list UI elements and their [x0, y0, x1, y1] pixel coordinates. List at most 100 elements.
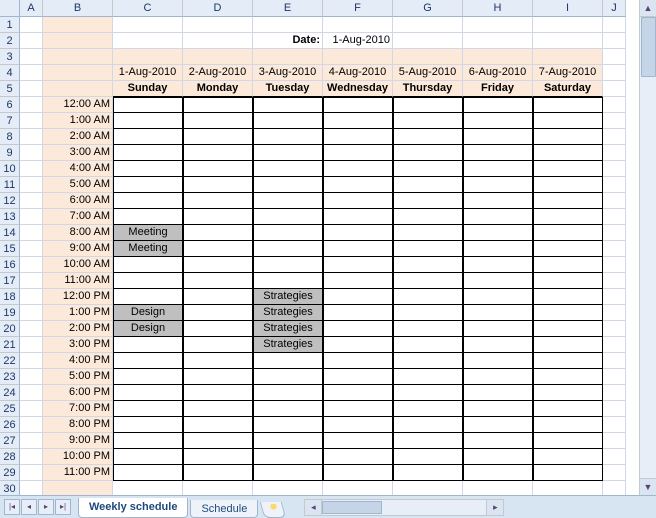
- row-header-2[interactable]: 2: [0, 33, 20, 49]
- cell[interactable]: [323, 289, 393, 305]
- cell[interactable]: [533, 257, 603, 273]
- cell[interactable]: [533, 113, 603, 129]
- cell[interactable]: [533, 129, 603, 145]
- cell[interactable]: [183, 33, 253, 49]
- cell[interactable]: [323, 305, 393, 321]
- cell[interactable]: [603, 33, 626, 49]
- row-header-12[interactable]: 12: [0, 193, 20, 209]
- cell[interactable]: 1:00 PM: [43, 305, 113, 321]
- cell[interactable]: [463, 273, 533, 289]
- cell[interactable]: [323, 385, 393, 401]
- cell[interactable]: [603, 465, 626, 481]
- cell[interactable]: [253, 401, 323, 417]
- cell[interactable]: [183, 321, 253, 337]
- row-header-9[interactable]: 9: [0, 145, 20, 161]
- cell[interactable]: [463, 465, 533, 481]
- cell[interactable]: [463, 401, 533, 417]
- col-header-E[interactable]: E: [253, 0, 323, 17]
- cell[interactable]: 11:00 PM: [43, 465, 113, 481]
- cell[interactable]: [393, 225, 463, 241]
- select-all-corner[interactable]: [0, 0, 20, 17]
- cell[interactable]: [183, 129, 253, 145]
- tab-nav-next[interactable]: ▸: [38, 499, 54, 515]
- cell[interactable]: [533, 241, 603, 257]
- cell[interactable]: 7:00 PM: [43, 401, 113, 417]
- cell[interactable]: [20, 257, 43, 273]
- cell[interactable]: 9:00 PM: [43, 433, 113, 449]
- cell[interactable]: [113, 129, 183, 145]
- cell[interactable]: [20, 369, 43, 385]
- cell[interactable]: [463, 113, 533, 129]
- cell[interactable]: [603, 353, 626, 369]
- cell[interactable]: [603, 225, 626, 241]
- cell[interactable]: [20, 433, 43, 449]
- cell[interactable]: Tuesday: [253, 81, 323, 97]
- cell[interactable]: [113, 273, 183, 289]
- cell[interactable]: [463, 129, 533, 145]
- cell[interactable]: [183, 417, 253, 433]
- cell[interactable]: [323, 193, 393, 209]
- cell[interactable]: [393, 305, 463, 321]
- cell[interactable]: [323, 321, 393, 337]
- cell[interactable]: [323, 401, 393, 417]
- cell[interactable]: [463, 241, 533, 257]
- cell[interactable]: [253, 145, 323, 161]
- col-header-D[interactable]: D: [183, 0, 253, 17]
- cell[interactable]: [183, 97, 253, 113]
- cell[interactable]: [393, 273, 463, 289]
- cell[interactable]: [603, 97, 626, 113]
- cell[interactable]: [183, 353, 253, 369]
- cell[interactable]: [463, 417, 533, 433]
- cell[interactable]: [20, 129, 43, 145]
- cell[interactable]: [463, 449, 533, 465]
- row-header-15[interactable]: 15: [0, 241, 20, 257]
- cell[interactable]: [463, 305, 533, 321]
- row-header-29[interactable]: 29: [0, 465, 20, 481]
- cell[interactable]: [533, 33, 603, 49]
- cell[interactable]: Meeting: [113, 225, 183, 241]
- cell[interactable]: [603, 289, 626, 305]
- scroll-left-button[interactable]: ◂: [305, 500, 322, 515]
- row-header-24[interactable]: 24: [0, 385, 20, 401]
- cell[interactable]: Date:: [253, 33, 323, 49]
- cell[interactable]: [20, 353, 43, 369]
- cell[interactable]: [393, 257, 463, 273]
- cell[interactable]: [533, 273, 603, 289]
- cell[interactable]: [603, 49, 626, 65]
- cell[interactable]: Strategies: [253, 305, 323, 321]
- cell[interactable]: [603, 161, 626, 177]
- col-header-B[interactable]: B: [43, 0, 113, 17]
- row-header-7[interactable]: 7: [0, 113, 20, 129]
- cell[interactable]: [183, 113, 253, 129]
- cell[interactable]: [323, 241, 393, 257]
- cell[interactable]: [533, 17, 603, 33]
- cell[interactable]: [323, 417, 393, 433]
- cell[interactable]: [183, 161, 253, 177]
- cell[interactable]: [253, 193, 323, 209]
- cell[interactable]: [533, 321, 603, 337]
- cell[interactable]: [603, 385, 626, 401]
- cell[interactable]: Design: [113, 321, 183, 337]
- row-header-18[interactable]: 18: [0, 289, 20, 305]
- cell[interactable]: [20, 145, 43, 161]
- cell[interactable]: [393, 353, 463, 369]
- cell[interactable]: [393, 449, 463, 465]
- cell[interactable]: [20, 113, 43, 129]
- cell[interactable]: 5:00 PM: [43, 369, 113, 385]
- tab-nav-last[interactable]: ▸|: [55, 499, 71, 515]
- cell[interactable]: 10:00 AM: [43, 257, 113, 273]
- cell[interactable]: [253, 369, 323, 385]
- cell[interactable]: [393, 289, 463, 305]
- cell[interactable]: [113, 161, 183, 177]
- cell[interactable]: 4:00 PM: [43, 353, 113, 369]
- cell[interactable]: [113, 49, 183, 65]
- cell[interactable]: [393, 385, 463, 401]
- row-header-21[interactable]: 21: [0, 337, 20, 353]
- row-header-6[interactable]: 6: [0, 97, 20, 113]
- cell[interactable]: [113, 17, 183, 33]
- cell[interactable]: [253, 129, 323, 145]
- row-header-27[interactable]: 27: [0, 433, 20, 449]
- cell[interactable]: [603, 65, 626, 81]
- cell[interactable]: 6:00 PM: [43, 385, 113, 401]
- cell[interactable]: [253, 465, 323, 481]
